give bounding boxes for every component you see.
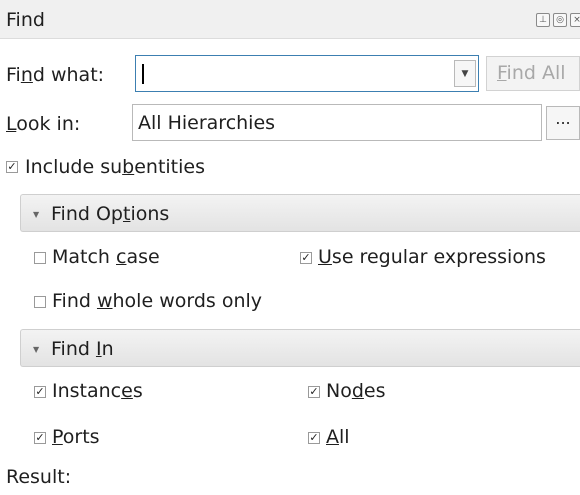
find-options-header[interactable]: ▼ Find Options: [20, 194, 580, 232]
nodes-label: Nodes: [326, 380, 386, 402]
nodes-checkbox[interactable]: ✓: [308, 386, 320, 398]
all-label: All: [326, 426, 350, 448]
result-label: Result:: [6, 466, 72, 488]
find-what-dropdown-button[interactable]: ▼: [454, 60, 476, 87]
collapse-arrow-icon: ▼: [33, 345, 40, 354]
whole-words-label: Find whole words only: [52, 290, 263, 312]
ports-label: Ports: [52, 426, 100, 448]
match-case-checkbox[interactable]: [34, 252, 46, 264]
title-bar: Find ⊥ ◎ ×: [0, 0, 580, 39]
window-title: Find: [6, 9, 45, 31]
match-case-label: Match case: [52, 246, 160, 268]
look-in-value: All Hierarchies: [138, 112, 276, 134]
collapse-arrow-icon: ▼: [33, 210, 40, 219]
use-regex-label: Use regular expressions: [318, 246, 546, 268]
find-in-header[interactable]: ▼ Find In: [20, 329, 580, 367]
whole-words-checkbox[interactable]: [34, 296, 46, 308]
include-subentities-checkbox[interactable]: ✓: [6, 161, 18, 173]
find-what-label: Find what:: [6, 64, 105, 86]
find-what-input[interactable]: ▼: [135, 55, 479, 92]
look-in-label: Look in:: [6, 113, 81, 135]
float-icon[interactable]: ◎: [553, 13, 567, 27]
browse-button[interactable]: ...: [546, 106, 580, 140]
use-regex-checkbox[interactable]: ✓: [300, 252, 312, 264]
include-subentities-label: Include subentities: [25, 156, 205, 178]
find-options-title: Find Options: [51, 203, 170, 225]
browse-label: ...: [555, 109, 571, 128]
ports-checkbox[interactable]: ✓: [34, 432, 46, 444]
look-in-field[interactable]: All Hierarchies: [132, 104, 542, 141]
pin-icon[interactable]: ⊥: [536, 13, 550, 27]
find-all-button[interactable]: Find All: [486, 56, 580, 91]
text-caret: [142, 64, 144, 84]
close-icon[interactable]: ×: [570, 13, 580, 27]
find-in-title: Find In: [51, 338, 114, 360]
all-checkbox[interactable]: ✓: [308, 432, 320, 444]
chevron-down-icon: ▼: [461, 69, 469, 79]
instances-label: Instances: [52, 380, 143, 402]
instances-checkbox[interactable]: ✓: [34, 386, 46, 398]
